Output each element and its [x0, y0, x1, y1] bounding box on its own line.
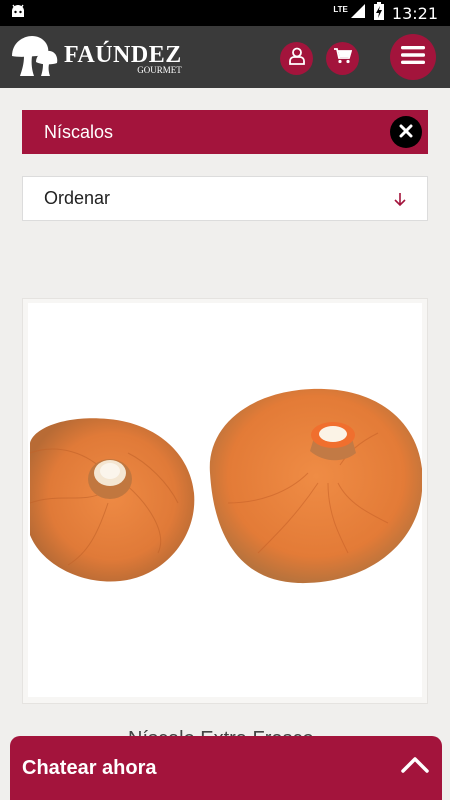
battery-icon [373, 1, 384, 25]
product-image[interactable] [28, 303, 423, 697]
signal-icon [350, 3, 366, 24]
chat-widget-bar[interactable]: Chatear ahora [10, 736, 442, 800]
mushroom-logo-icon [10, 34, 58, 83]
status-time: 13:21 [391, 3, 438, 23]
user-icon [288, 47, 306, 70]
brand-name: FAÚNDEZ [64, 41, 182, 68]
close-icon [399, 122, 413, 143]
network-type: LTE [333, 4, 348, 14]
arrow-down-icon [393, 190, 407, 213]
active-filter-chip: Níscalos [22, 110, 428, 154]
sort-label: Ordenar [44, 188, 111, 208]
status-bar: LTE 13:21 [0, 0, 450, 26]
chat-label: Chatear ahora [22, 756, 157, 779]
app-header: FAÚNDEZ GOURMET [0, 26, 450, 88]
product-card[interactable] [22, 298, 428, 704]
sort-dropdown[interactable]: Ordenar [22, 176, 428, 221]
hamburger-menu-icon [401, 45, 425, 70]
cart-icon [333, 48, 352, 69]
cart-button[interactable] [326, 42, 359, 75]
android-debug-icon [10, 4, 26, 23]
remove-filter-button[interactable] [390, 116, 422, 148]
active-filter-label: Níscalos [44, 121, 114, 142]
chevron-up-icon[interactable] [400, 754, 430, 780]
brand-logo[interactable]: FAÚNDEZ GOURMET [10, 34, 182, 83]
status-indicators: LTE 13:21 [333, 1, 438, 25]
menu-button[interactable] [390, 34, 436, 80]
account-button[interactable] [280, 42, 313, 75]
